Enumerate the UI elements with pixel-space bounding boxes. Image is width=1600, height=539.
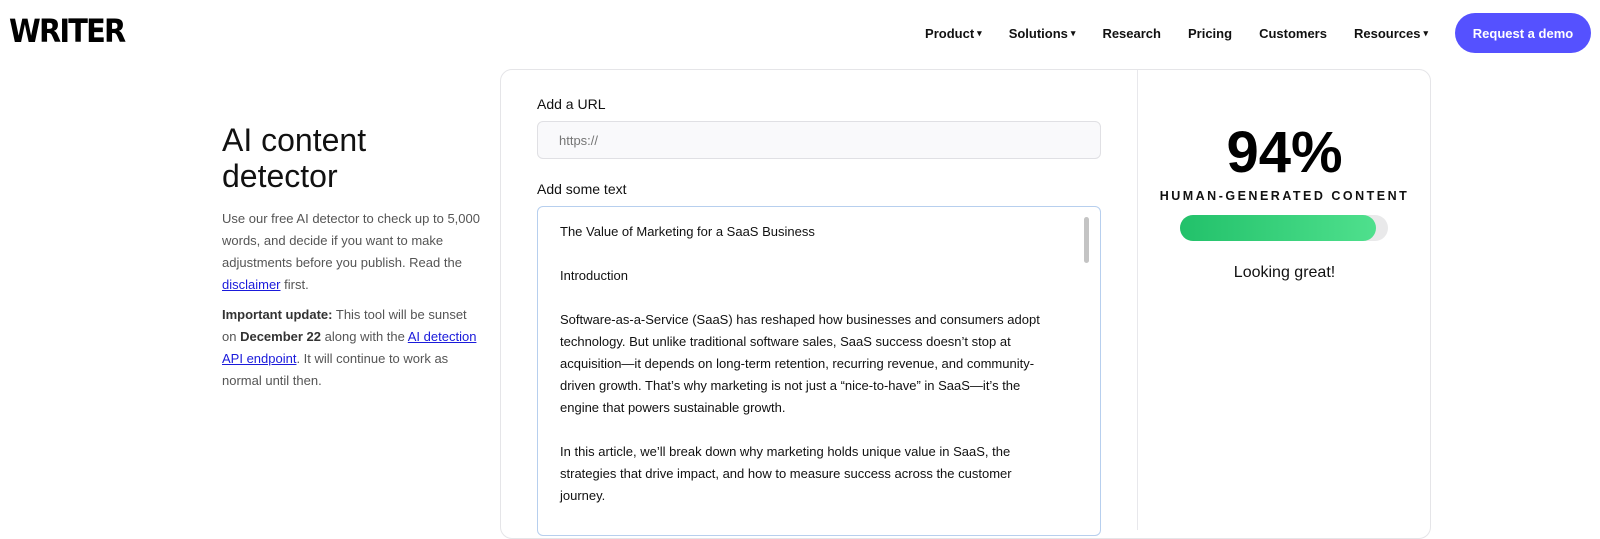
writer-logo[interactable]: WRITER [9, 12, 126, 50]
disclaimer-link[interactable]: disclaimer [222, 277, 281, 292]
nav-item-research[interactable]: Research [1102, 26, 1161, 41]
update-text: along with the [321, 329, 408, 344]
nav-item-label: Research [1102, 25, 1161, 41]
url-label: Add a URL [537, 96, 606, 112]
nav-item-product[interactable]: Product ▾ [925, 26, 982, 41]
textarea-scrollbar[interactable] [1084, 217, 1089, 263]
score-percentage: 94% [1226, 120, 1343, 185]
text-paragraph: The Value of Marketing for a SaaS Busine… [560, 224, 815, 239]
nav-item-label: Pricing [1187, 25, 1233, 41]
sunset-date: December 22 [240, 329, 322, 344]
request-demo-button[interactable]: Request a demo [1455, 13, 1591, 53]
text-paragraph: Software-as-a-Service (SaaS) has reshape… [560, 312, 1040, 415]
update-label: Important update: [222, 307, 333, 322]
nav-item-resources[interactable]: Resources ▾ [1354, 26, 1428, 41]
caret-down-icon: ▾ [1070, 27, 1076, 38]
nav-item-label: Solutions [1008, 25, 1068, 41]
nav-item-customers[interactable]: Customers [1259, 26, 1327, 41]
nav-item-pricing[interactable]: Pricing [1188, 26, 1232, 41]
caret-down-icon: ▾ [1423, 27, 1428, 38]
nav-item-label: Customers [1259, 25, 1327, 41]
text-label: Add some text [537, 181, 627, 197]
update-notice: Important update: This tool will be suns… [222, 304, 482, 392]
nav-item-solutions[interactable]: Solutions ▾ [1009, 26, 1076, 41]
content-textarea[interactable]: The Value of Marketing for a SaaS Busine… [537, 206, 1101, 536]
text-paragraph: Introduction [560, 268, 628, 283]
intro-section: AI content detector Use our free AI dete… [222, 122, 482, 400]
score-label: HUMAN-GENERATED CONTENT [1159, 189, 1410, 203]
intro-text: first. [280, 277, 309, 292]
text-paragraph: In this article, we’ll break down why ma… [560, 444, 1012, 503]
score-progress-bar [1180, 215, 1388, 241]
nav-item-label: Resources [1353, 25, 1421, 41]
url-input[interactable] [537, 121, 1101, 159]
top-nav: Product ▾ Solutions ▾ Research Pricing Cus… [925, 0, 1600, 66]
intro-text: Use our free AI detector to check up to … [222, 211, 480, 270]
score-verdict: Looking great! [1233, 264, 1336, 281]
score-progress-fill [1180, 215, 1376, 241]
intro-description: Use our free AI detector to check up to … [222, 208, 482, 296]
page-title: AI content detector [222, 122, 367, 194]
nav-item-label: Product [925, 25, 975, 41]
caret-down-icon: ▾ [977, 27, 982, 38]
